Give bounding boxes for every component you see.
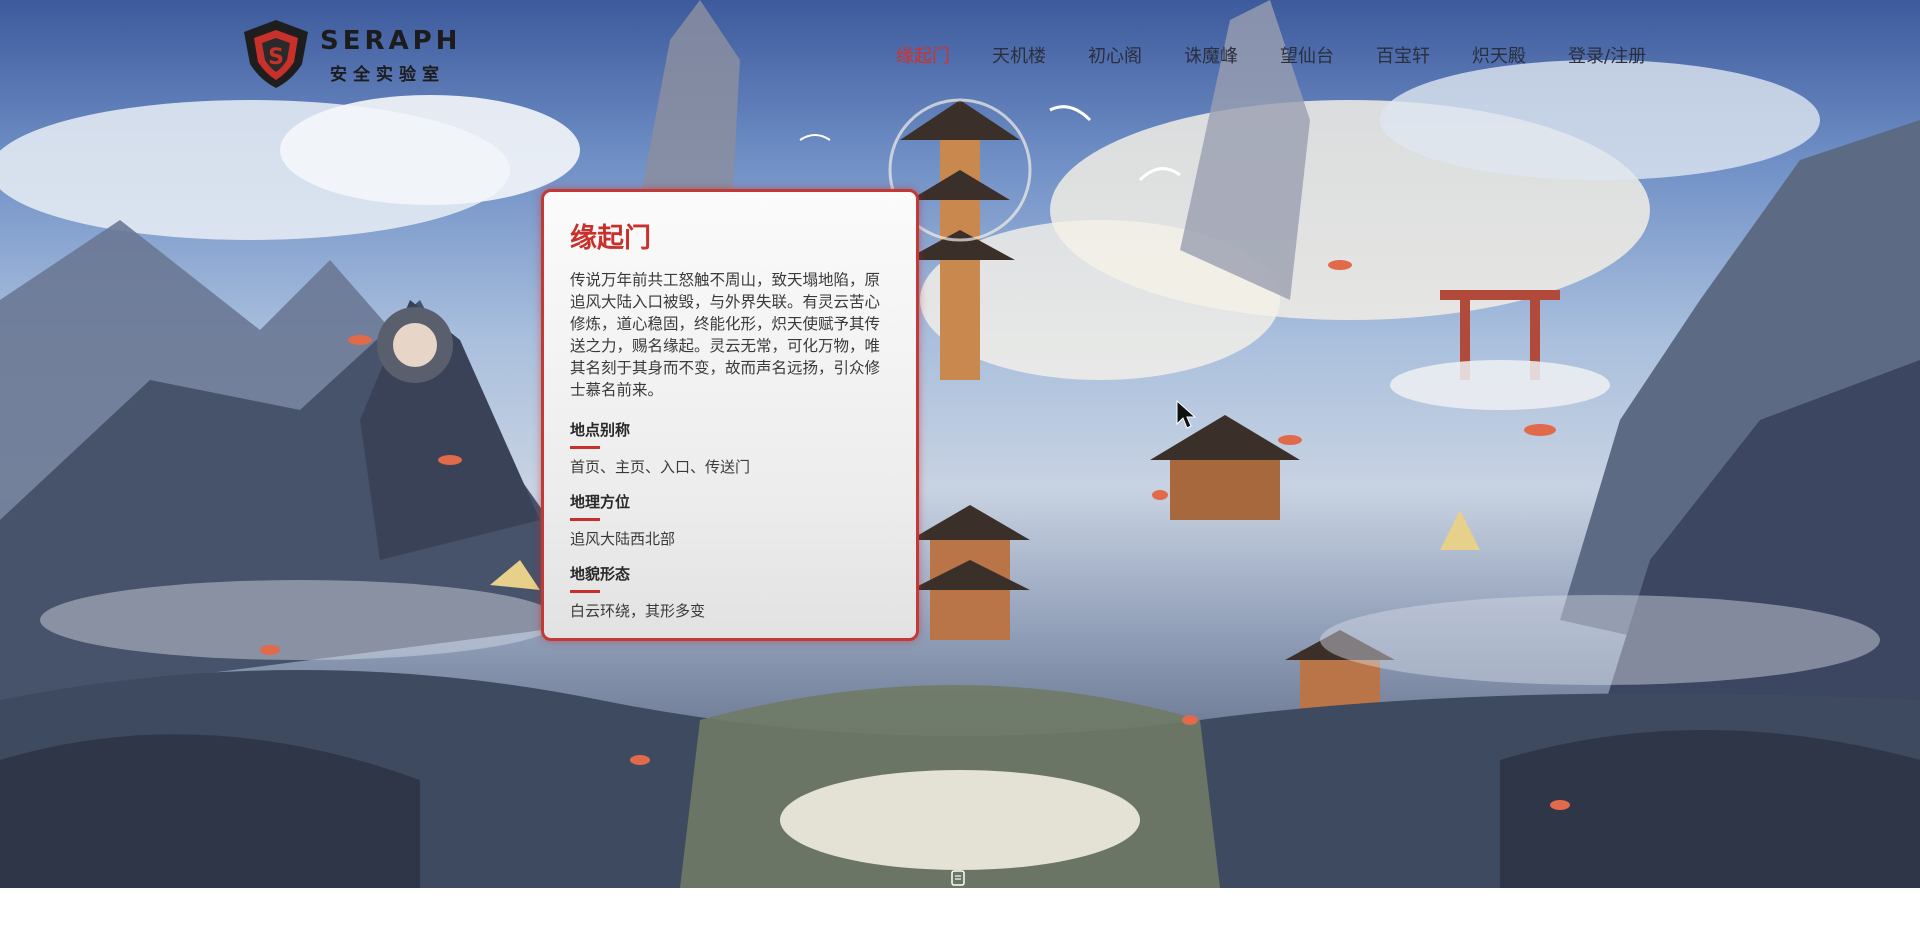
- brand-subtitle: 安全实验室: [330, 65, 445, 85]
- card-title: 缘起门: [570, 223, 651, 254]
- brand-name: SERAPH: [320, 26, 462, 56]
- location-info-card: 缘起门 传说万年前共工怒触不周山，致天塌地陷，原追风大陆入口被毁，与外界失联。有…: [541, 189, 919, 641]
- field-label: 地理方位: [570, 493, 631, 511]
- top-navigation-bar: S SERAPH 安全实验室 缘起门 天机楼 初心阁 诛魔峰 望仙台 百宝轩 炽…: [0, 0, 1920, 110]
- scroll-down-icon[interactable]: [950, 870, 966, 886]
- nav-item-baibaoxuan[interactable]: 百宝轩: [1376, 42, 1430, 68]
- main-nav: 缘起门 天机楼 初心阁 诛魔峰 望仙台 百宝轩 炽天殿 登录/注册: [896, 42, 1688, 68]
- nav-item-zhumofeng[interactable]: 诛魔峰: [1184, 42, 1238, 68]
- card-description: 传说万年前共工怒触不周山，致天塌地陷，原追风大陆入口被毁，与外界失联。有灵云苦心…: [570, 271, 881, 399]
- svg-text:S: S: [268, 45, 284, 70]
- field-value: 首页、主页、入口、传送门: [570, 458, 751, 476]
- field-terrain: 地貌形态 白云环绕，其形多变: [570, 563, 890, 621]
- field-underline: [570, 446, 600, 449]
- mouse-pointer-icon: [1176, 400, 1196, 429]
- field-label: 地貌形态: [570, 565, 631, 583]
- field-location: 地理方位 追风大陆西北部: [570, 491, 890, 549]
- brand-logo[interactable]: S SERAPH 安全实验室: [240, 18, 457, 90]
- hero-background: S SERAPH 安全实验室 缘起门 天机楼 初心阁 诛魔峰 望仙台 百宝轩 炽…: [0, 0, 1920, 888]
- nav-item-login-register[interactable]: 登录/注册: [1568, 42, 1646, 68]
- field-underline: [570, 590, 600, 593]
- field-value: 追风大陆西北部: [570, 530, 676, 548]
- field-value: 白云环绕，其形多变: [570, 602, 706, 620]
- field-alias: 地点别称 首页、主页、入口、传送门: [570, 419, 890, 477]
- nav-item-chitiandian[interactable]: 炽天殿: [1472, 42, 1526, 68]
- shield-logo-icon: S: [244, 20, 308, 88]
- nav-item-yuanqimen[interactable]: 缘起门: [896, 42, 950, 68]
- nav-item-chuxinge[interactable]: 初心阁: [1088, 42, 1142, 68]
- field-label: 地点别称: [570, 421, 631, 439]
- field-underline: [570, 518, 600, 521]
- nav-item-wangxiantai[interactable]: 望仙台: [1280, 42, 1334, 68]
- nav-item-tianjilou[interactable]: 天机楼: [992, 42, 1046, 68]
- landscape-illustration: [0, 0, 1920, 888]
